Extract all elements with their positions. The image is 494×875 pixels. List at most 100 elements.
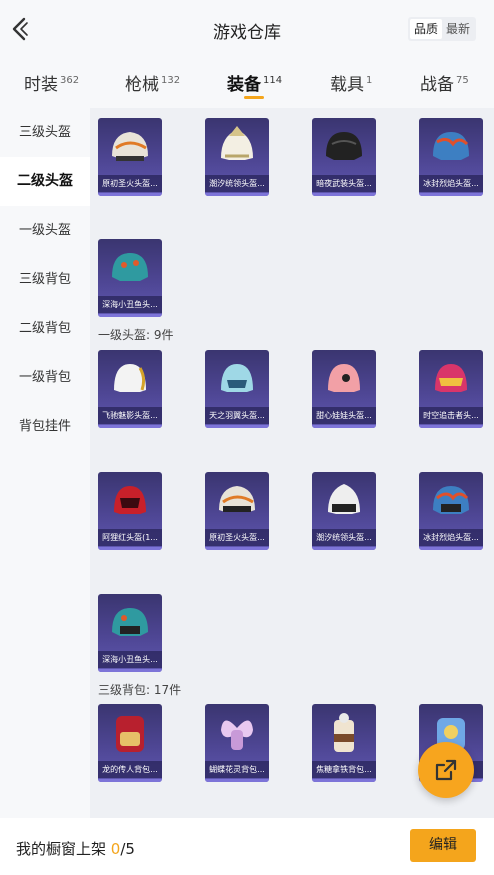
sort-toggle[interactable]: 品质 最新 bbox=[407, 17, 476, 41]
rarity-bar bbox=[98, 314, 162, 317]
tab-fashion[interactable]: 时装 362 bbox=[24, 70, 79, 95]
helmet-icon bbox=[114, 486, 146, 514]
sidebar-item-helmet-3[interactable]: 三级头盔 bbox=[0, 108, 90, 157]
item-card[interactable]: 原初圣火头盔... bbox=[98, 118, 162, 196]
tab-label: 枪械 bbox=[125, 75, 159, 95]
backpack-icon bbox=[116, 716, 144, 752]
item-card[interactable]: 龙的传人背包... bbox=[98, 704, 162, 782]
helmet-icon bbox=[433, 132, 469, 160]
item-card[interactable]: 潮汐统领头盔... bbox=[205, 118, 269, 196]
sidebar-item-backpack-1[interactable]: 一级背包 bbox=[0, 353, 90, 402]
item-card[interactable]: 飞驰魅影头盔... bbox=[98, 350, 162, 428]
sidebar-item-helmet-1[interactable]: 一级头盔 bbox=[0, 206, 90, 255]
item-card[interactable]: 阿狸红头盔(1... bbox=[98, 472, 162, 550]
item-caption: 深海小丑鱼头... bbox=[98, 651, 162, 668]
helmet-icon bbox=[114, 364, 146, 392]
rarity-bar bbox=[419, 547, 483, 550]
tab-count: 75 bbox=[456, 75, 469, 87]
tab-weapons[interactable]: 枪械 132 bbox=[125, 70, 180, 95]
tab-count: 132 bbox=[161, 75, 181, 87]
item-caption: 冰封烈焰头盔... bbox=[419, 529, 483, 546]
backpack-icon bbox=[221, 720, 253, 750]
rarity-bar bbox=[312, 193, 376, 196]
tab-label: 战备 bbox=[420, 75, 454, 95]
edit-button[interactable]: 编辑 bbox=[410, 829, 476, 862]
sidebar: 三级头盔 二级头盔 一级头盔 三级背包 二级背包 一级背包 背包挂件 bbox=[0, 108, 90, 818]
item-card[interactable]: 深海小丑鱼头... bbox=[98, 239, 162, 317]
item-caption: 潮汐统领头盔... bbox=[312, 529, 376, 546]
tab-supplies[interactable]: 战备 75 bbox=[420, 70, 469, 95]
sidebar-item-helmet-2[interactable]: 二级头盔 bbox=[0, 157, 90, 206]
tab-equipment[interactable]: 装备 114 bbox=[227, 70, 282, 95]
rarity-bar bbox=[205, 425, 269, 428]
item-card[interactable]: 甜心娃娃头盔... bbox=[312, 350, 376, 428]
header: 游戏仓库 品质 最新 bbox=[0, 0, 494, 58]
category-tabs: 时装 362 枪械 132 装备 114 载具 1 战备 75 bbox=[0, 62, 494, 106]
rarity-bar bbox=[205, 779, 269, 782]
rarity-bar bbox=[312, 547, 376, 550]
tab-vehicles[interactable]: 载具 1 bbox=[330, 70, 372, 95]
helmet-icon bbox=[435, 364, 467, 392]
sidebar-item-backpack-2[interactable]: 二级背包 bbox=[0, 304, 90, 353]
showcase-count: 0 bbox=[110, 840, 121, 858]
item-caption: 原初圣火头盔... bbox=[205, 529, 269, 546]
helmet-icon bbox=[221, 126, 253, 160]
sort-quality[interactable]: 品质 bbox=[409, 19, 442, 39]
showcase-footer: 我的橱窗上架 0/5 编辑 bbox=[0, 818, 494, 875]
rarity-bar bbox=[419, 193, 483, 196]
item-card[interactable]: 焦糖拿铁背包... bbox=[312, 704, 376, 782]
showcase-status: 我的橱窗上架 0/5 bbox=[16, 838, 135, 859]
item-caption: 深海小丑鱼头... bbox=[98, 296, 162, 313]
tab-count: 362 bbox=[60, 75, 80, 87]
showcase-total: /5 bbox=[120, 840, 135, 858]
rarity-bar bbox=[205, 193, 269, 196]
item-card[interactable]: 冰封烈焰头盔... bbox=[419, 472, 483, 550]
rarity-bar bbox=[205, 547, 269, 550]
tab-label: 装备 bbox=[227, 75, 261, 95]
active-tab-indicator bbox=[244, 96, 264, 99]
helmet-icon bbox=[219, 486, 255, 512]
item-card[interactable]: 蝴蝶花灵背包... bbox=[205, 704, 269, 782]
item-card[interactable]: 原初圣火头盔... bbox=[205, 472, 269, 550]
item-card[interactable]: 时空追击者头... bbox=[419, 350, 483, 428]
tab-count: 114 bbox=[263, 75, 283, 87]
helmet-icon bbox=[112, 132, 148, 161]
helmet-icon bbox=[112, 253, 148, 281]
item-caption: 时空追击者头... bbox=[419, 407, 483, 424]
rarity-bar bbox=[98, 425, 162, 428]
item-card[interactable]: 深海小丑鱼头... bbox=[98, 594, 162, 672]
item-card[interactable]: 天之羽翼头盔... bbox=[205, 350, 269, 428]
helmet-icon bbox=[326, 132, 362, 160]
sidebar-item-backpack-3[interactable]: 三级背包 bbox=[0, 255, 90, 304]
share-button[interactable] bbox=[418, 742, 474, 798]
sort-newest[interactable]: 最新 bbox=[442, 19, 474, 39]
item-caption: 冰封烈焰头盔... bbox=[419, 175, 483, 192]
item-card[interactable]: 潮汐统领头盔... bbox=[312, 472, 376, 550]
item-caption: 潮汐统领头盔... bbox=[205, 175, 269, 192]
helmet-icon bbox=[221, 364, 253, 392]
section-title-backpack-3: 三级背包: 17件 bbox=[98, 683, 182, 697]
item-caption: 天之羽翼头盔... bbox=[205, 407, 269, 424]
item-caption: 焦糖拿铁背包... bbox=[312, 761, 376, 778]
item-caption: 甜心娃娃头盔... bbox=[312, 407, 376, 424]
item-caption: 暗夜武装头盔... bbox=[312, 175, 376, 192]
tab-label: 载具 bbox=[330, 75, 364, 95]
showcase-label: 我的橱窗上架 bbox=[16, 840, 107, 858]
rarity-bar bbox=[98, 193, 162, 196]
item-card[interactable]: 暗夜武装头盔... bbox=[312, 118, 376, 196]
item-caption: 龙的传人背包... bbox=[98, 761, 162, 778]
tab-label: 时装 bbox=[24, 75, 58, 95]
helmet-icon bbox=[112, 608, 148, 636]
item-caption: 蝴蝶花灵背包... bbox=[205, 761, 269, 778]
share-icon bbox=[435, 759, 457, 781]
backpack-icon bbox=[334, 713, 354, 752]
item-grid: 原初圣火头盔... 潮汐统领头盔... 暗夜武装头盔... 冰封烈焰头盔... … bbox=[90, 108, 494, 818]
helmet-icon bbox=[328, 484, 360, 514]
tab-count: 1 bbox=[366, 75, 373, 87]
item-card[interactable]: 冰封烈焰头盔... bbox=[419, 118, 483, 196]
item-caption: 原初圣火头盔... bbox=[98, 175, 162, 192]
sidebar-item-backpack-charm[interactable]: 背包挂件 bbox=[0, 402, 90, 451]
item-caption: 飞驰魅影头盔... bbox=[98, 407, 162, 424]
rarity-bar bbox=[312, 425, 376, 428]
rarity-bar bbox=[98, 779, 162, 782]
